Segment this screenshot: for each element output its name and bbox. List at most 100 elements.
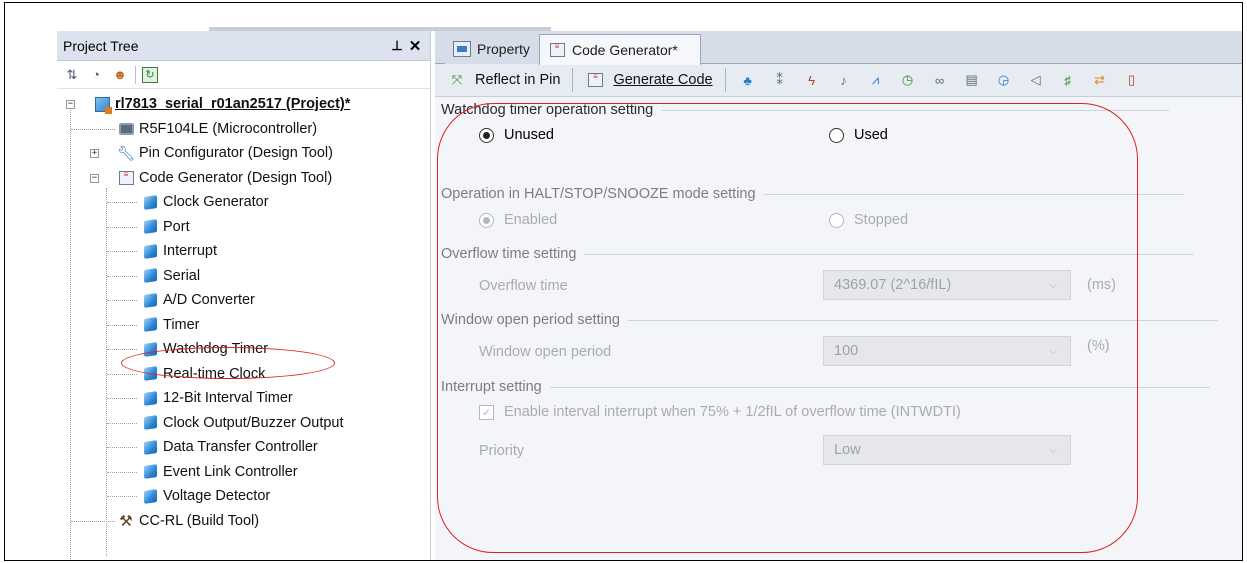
tab-strip: Property ≡ Code Generator*	[435, 31, 1242, 65]
refresh-icon[interactable]: ↻	[142, 66, 158, 83]
tree-node-ccrl[interactable]: ⚒ CC-RL (Build Tool)	[57, 509, 430, 534]
overflow-time-select[interactable]: 4369.07 (2^16/fIL) ⌵	[823, 270, 1071, 300]
tree-node-microcontroller[interactable]: R5F104LE (Microcontroller)	[57, 117, 430, 142]
tree-node-serial[interactable]: Serial	[57, 264, 430, 289]
radio-button[interactable]	[829, 127, 844, 143]
user-icon[interactable]: ☻	[111, 66, 129, 84]
tree-node-label: Clock Output/Buzzer Output	[163, 414, 344, 431]
project-tree-title: Project Tree	[63, 37, 139, 54]
tree-node-label: Code Generator (Design Tool)	[139, 169, 333, 186]
tree-connector	[107, 324, 137, 326]
serial-icon[interactable]: ♪	[834, 70, 854, 90]
group-title-text: Overflow time setting	[441, 246, 577, 262]
tree-node-label: CC-RL (Build Tool)	[139, 512, 260, 529]
component-icon	[141, 487, 159, 505]
radio-label: Unused	[504, 127, 554, 143]
group-title-text: Watchdog timer operation setting	[441, 102, 654, 118]
elc-icon[interactable]: ⇄	[1090, 70, 1110, 90]
radio-label: Used	[854, 127, 888, 143]
interval-interrupt-checkbox[interactable]: ✓ Enable interval interrupt when 75% + 1…	[479, 404, 961, 420]
radio-enabled[interactable]: Enabled	[479, 212, 557, 228]
radio-button[interactable]	[829, 212, 844, 228]
buzzer-icon[interactable]: ◁	[1026, 70, 1046, 90]
tab-property[interactable]: Property	[445, 34, 541, 64]
tree-node-label: Serial	[163, 267, 201, 284]
tree-node-interrupt[interactable]: Interrupt	[57, 239, 430, 264]
tree-node-label: Data Transfer Controller	[163, 439, 318, 456]
ad-converter-icon[interactable]: ⩘	[866, 70, 886, 90]
tree-node-voltage-detector[interactable]: Voltage Detector	[57, 484, 430, 509]
radio-button[interactable]	[479, 212, 494, 228]
tree-node-watchdog-timer[interactable]: Watchdog Timer	[57, 337, 430, 362]
radio-button[interactable]	[479, 127, 494, 143]
rtc-icon[interactable]: ▤	[962, 70, 982, 90]
group-rule	[584, 253, 1195, 255]
tree-node-port[interactable]: Port	[57, 215, 430, 240]
pin-icon[interactable]: ⊥	[388, 38, 406, 54]
radio-used[interactable]: Used	[829, 127, 888, 143]
generate-code-button[interactable]: ≡ Generate Code	[579, 66, 718, 94]
dtc-icon[interactable]: ♯	[1058, 70, 1078, 90]
component-icon	[141, 242, 159, 260]
watchdog-icon[interactable]: ∞	[930, 70, 950, 90]
checkbox[interactable]: ✓	[479, 404, 494, 420]
reflect-in-pin-button[interactable]: ⤧ Reflect in Pin	[441, 66, 566, 94]
component-icon	[141, 389, 159, 407]
interval-timer-icon[interactable]: ◶	[994, 70, 1014, 90]
collapse-icon[interactable]: −	[90, 173, 99, 183]
collapse-icon[interactable]: −	[66, 100, 75, 109]
tree-connector	[107, 471, 137, 473]
generate-code-label: Generate Code	[613, 72, 713, 88]
priority-select[interactable]: Low ⌵	[823, 435, 1071, 465]
tree-node-label: A/D Converter	[163, 292, 255, 309]
radio-unused[interactable]: Unused	[479, 127, 554, 143]
tree-connector	[107, 226, 137, 228]
tree-connector	[107, 300, 137, 301]
tree-node-label: Real-time Clock	[163, 365, 266, 382]
interrupt-icon[interactable]: ϟ	[802, 70, 822, 90]
tree-node-pin-configurator[interactable]: + 🔧︎ Pin Configurator (Design Tool)	[57, 141, 430, 166]
tree-node-timer[interactable]: Timer	[57, 313, 430, 338]
tree-node-code-generator[interactable]: − ≡ Code Generator (Design Tool)	[57, 166, 430, 191]
tree-connector	[107, 349, 137, 350]
code-generator-pane: Property ≡ Code Generator* ⤧ Reflect in …	[435, 31, 1242, 560]
component-icon	[141, 267, 159, 285]
close-icon[interactable]: ✕	[406, 37, 424, 55]
tree-node-clock-output[interactable]: Clock Output/Buzzer Output	[57, 411, 430, 436]
port-icon[interactable]: ⁑	[770, 70, 790, 90]
tree-connector	[71, 520, 115, 522]
component-icon	[141, 291, 159, 309]
window-open-period-select[interactable]: 100 ⌵	[823, 336, 1071, 366]
tree-connector	[107, 398, 137, 399]
sort-icon[interactable]: ⇅	[63, 66, 81, 84]
code-generator-toolbar: ⤧ Reflect in Pin ≡ Generate Code ♣ ⁑ ϟ ♪…	[435, 64, 1242, 97]
tree-node-clock-generator[interactable]: Clock Generator	[57, 190, 430, 215]
voltage-detector-icon[interactable]: ▯	[1122, 70, 1142, 90]
expand-icon[interactable]: +	[90, 149, 99, 158]
radio-label: Enabled	[504, 212, 558, 228]
tree-node-ad-converter[interactable]: A/D Converter	[57, 288, 430, 313]
chevron-down-icon: ⌵	[1048, 344, 1058, 357]
clock-generator-icon[interactable]: ♣	[738, 70, 758, 90]
tree-node-interval-timer[interactable]: 12-Bit Interval Timer	[57, 386, 430, 411]
tree-node-label: Interrupt	[163, 243, 217, 260]
toolbar-separator	[572, 68, 574, 92]
tree-node-elc[interactable]: Event Link Controller	[57, 460, 430, 485]
tree-node-rtc[interactable]: Real-time Clock	[57, 362, 430, 387]
tree-connector	[107, 447, 137, 448]
select-value: Low	[834, 442, 861, 458]
component-icon	[141, 218, 159, 236]
radio-stopped[interactable]: Stopped	[829, 212, 908, 228]
tab-code-generator[interactable]: ≡ Code Generator*	[539, 34, 701, 65]
tree-node-label: Watchdog Timer	[163, 341, 269, 358]
hammer-icon: ⚒	[119, 512, 133, 530]
group-rule	[627, 319, 1218, 321]
toolbar-separator	[724, 68, 726, 92]
tree-connector	[107, 422, 137, 424]
tree-node-label: R5F104LE (Microcontroller)	[139, 120, 318, 137]
group-rule	[549, 386, 1210, 388]
tree-node-project[interactable]: − rl7813_serial_r01an2517 (Project)*	[57, 92, 430, 117]
history-icon[interactable]: ◔	[87, 66, 105, 84]
timer-icon[interactable]: ◷	[898, 70, 918, 90]
tree-node-dtc[interactable]: Data Transfer Controller	[57, 435, 430, 460]
